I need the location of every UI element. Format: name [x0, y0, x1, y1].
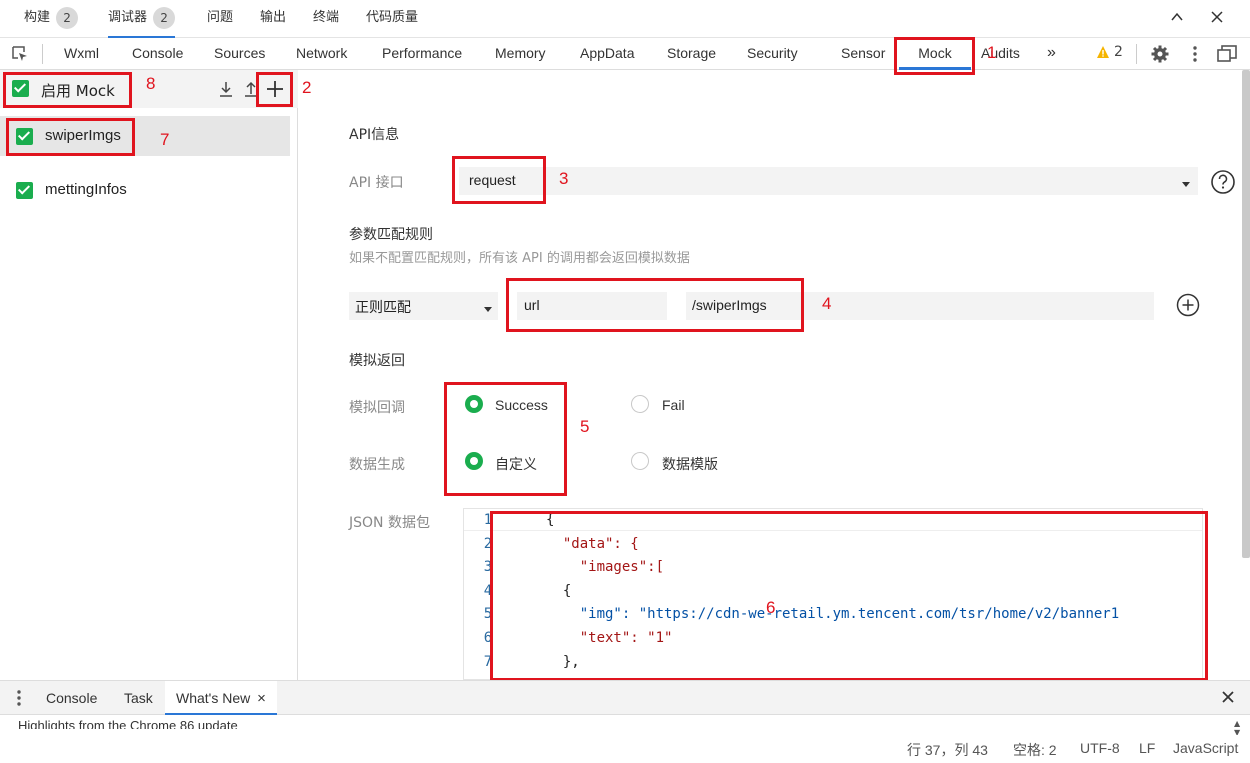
drawer-tab-task[interactable]: Task	[124, 681, 153, 715]
rule-label: mettingInfos	[45, 181, 127, 198]
mock-return-heading: 模拟返回	[349, 353, 405, 369]
tab-build-badge: 2	[56, 6, 79, 29]
tab-sensor[interactable]: Sensor	[841, 38, 885, 70]
devtools-tab-bar: Wxml Console Sources Network Performance…	[0, 38, 1250, 70]
annotation-number: 1	[987, 43, 997, 62]
drawer-tab-whats-new-label: What's New	[176, 690, 251, 706]
annotation-box-radios	[444, 382, 567, 496]
data-gen-template-label: 数据模版	[662, 457, 718, 473]
callback-fail-radio[interactable]	[631, 395, 649, 413]
tab-security[interactable]: Security	[747, 38, 798, 70]
annotation-box-mock-tab	[894, 37, 975, 75]
tab-performance[interactable]: Performance	[382, 38, 462, 70]
divider	[42, 44, 43, 64]
callback-fail-label: Fail	[662, 397, 685, 413]
chevron-up-icon[interactable]	[1168, 10, 1186, 28]
dock-side-icon[interactable]	[1216, 44, 1238, 68]
tab-debugger-badge: 2	[153, 6, 176, 29]
annotation-number: 2	[302, 78, 312, 97]
dropdown-arrow-icon	[1182, 176, 1190, 192]
tab-build[interactable]: 构建 2	[24, 0, 79, 38]
json-data-label: JSON 数据包	[349, 515, 430, 531]
tab-appdata[interactable]: AppData	[580, 38, 634, 70]
annotation-box-rule	[6, 118, 135, 156]
language-mode[interactable]: JavaScript	[1173, 740, 1238, 756]
top-panel-tabs: 构建 2 调试器 2 问题 输出 终端 代码质量	[0, 0, 1250, 38]
drawer-tab-whats-new[interactable]: What's New ×	[165, 681, 277, 715]
annotation-number: 3	[559, 169, 569, 188]
close-icon[interactable]	[1208, 10, 1226, 28]
api-interface-select[interactable]: request	[459, 167, 1198, 195]
data-generation-label: 数据生成	[349, 457, 405, 473]
api-interface-label: API 接口	[349, 175, 404, 191]
tab-sources[interactable]: Sources	[214, 38, 265, 70]
indentation[interactable]: 空格: 2	[1013, 740, 1057, 760]
rule-checkbox[interactable]	[16, 182, 33, 199]
warning-indicator[interactable]: 2	[1096, 44, 1123, 63]
annotation-box-add	[256, 72, 293, 107]
mock-rules-sidebar: 启用 Mock swiperImgs mettingInfos	[0, 70, 298, 680]
tab-wxml[interactable]: Wxml	[64, 38, 99, 70]
dropdown-arrow-icon	[484, 301, 492, 317]
annotation-box-api	[452, 156, 546, 204]
match-type-select[interactable]: 正则匹配	[349, 292, 498, 320]
annotation-number: 6	[766, 598, 776, 617]
more-tabs-icon[interactable]: »	[1047, 38, 1056, 70]
annotation-box-match	[506, 278, 804, 332]
annotation-number: 7	[160, 130, 170, 149]
drawer-menu-icon[interactable]	[14, 688, 24, 712]
warning-count: 2	[1114, 44, 1123, 60]
tab-build-label: 构建	[24, 10, 51, 25]
tab-console[interactable]: Console	[132, 38, 183, 70]
tab-output[interactable]: 输出	[260, 0, 286, 38]
encoding[interactable]: UTF-8	[1080, 740, 1120, 756]
tab-code-quality[interactable]: 代码质量	[366, 0, 418, 38]
bottom-drawer: Console Task What's New × Highlights fro…	[0, 680, 1250, 763]
mock-callback-label: 模拟回调	[349, 400, 405, 416]
data-gen-template-radio[interactable]	[631, 452, 649, 470]
drawer-tab-bar: Console Task What's New ×	[0, 681, 1250, 715]
match-type-value: 正则匹配	[355, 300, 411, 316]
kebab-menu-icon[interactable]	[1190, 44, 1200, 68]
api-info-heading: API信息	[349, 127, 400, 143]
help-icon[interactable]	[1210, 169, 1236, 199]
tab-network[interactable]: Network	[296, 38, 347, 70]
match-rules-hint: 如果不配置匹配规则，所有该 API 的调用都会返回模拟数据	[349, 251, 690, 266]
vertical-scrollbar[interactable]	[1242, 70, 1250, 558]
annotation-box-json	[490, 511, 1208, 681]
match-rules-heading: 参数匹配规则	[349, 227, 433, 243]
close-tab-icon[interactable]: ×	[257, 690, 266, 707]
tab-storage[interactable]: Storage	[667, 38, 716, 70]
annotation-number: 8	[146, 74, 156, 93]
annotation-box-enable	[3, 72, 132, 108]
close-drawer-icon[interactable]	[1221, 690, 1235, 708]
cursor-position[interactable]: 行 37，列 43	[907, 740, 988, 760]
tab-debugger[interactable]: 调试器 2	[108, 0, 176, 38]
end-of-line[interactable]: LF	[1139, 740, 1155, 756]
annotation-number: 5	[580, 417, 590, 436]
inspect-element-icon[interactable]	[10, 44, 30, 64]
divider	[1136, 44, 1137, 64]
tab-memory[interactable]: Memory	[495, 38, 546, 70]
add-match-rule-icon[interactable]	[1176, 293, 1200, 321]
tab-terminal[interactable]: 终端	[313, 0, 339, 38]
sidebar-item-mettinginfos[interactable]: mettingInfos	[0, 170, 290, 210]
annotation-number: 4	[822, 294, 832, 313]
gear-icon[interactable]	[1150, 44, 1170, 68]
tab-debugger-label: 调试器	[108, 10, 148, 25]
tab-problems[interactable]: 问题	[207, 0, 233, 38]
status-bar: 行 37，列 43 空格: 2 UTF-8 LF JavaScript	[0, 735, 1250, 763]
whats-new-headline: Highlights from the Chrome 86 update	[18, 718, 238, 729]
drawer-tab-console[interactable]: Console	[46, 681, 97, 715]
import-icon[interactable]	[217, 80, 235, 102]
warning-icon	[1097, 46, 1109, 58]
whats-new-content: Highlights from the Chrome 86 update	[18, 717, 418, 729]
